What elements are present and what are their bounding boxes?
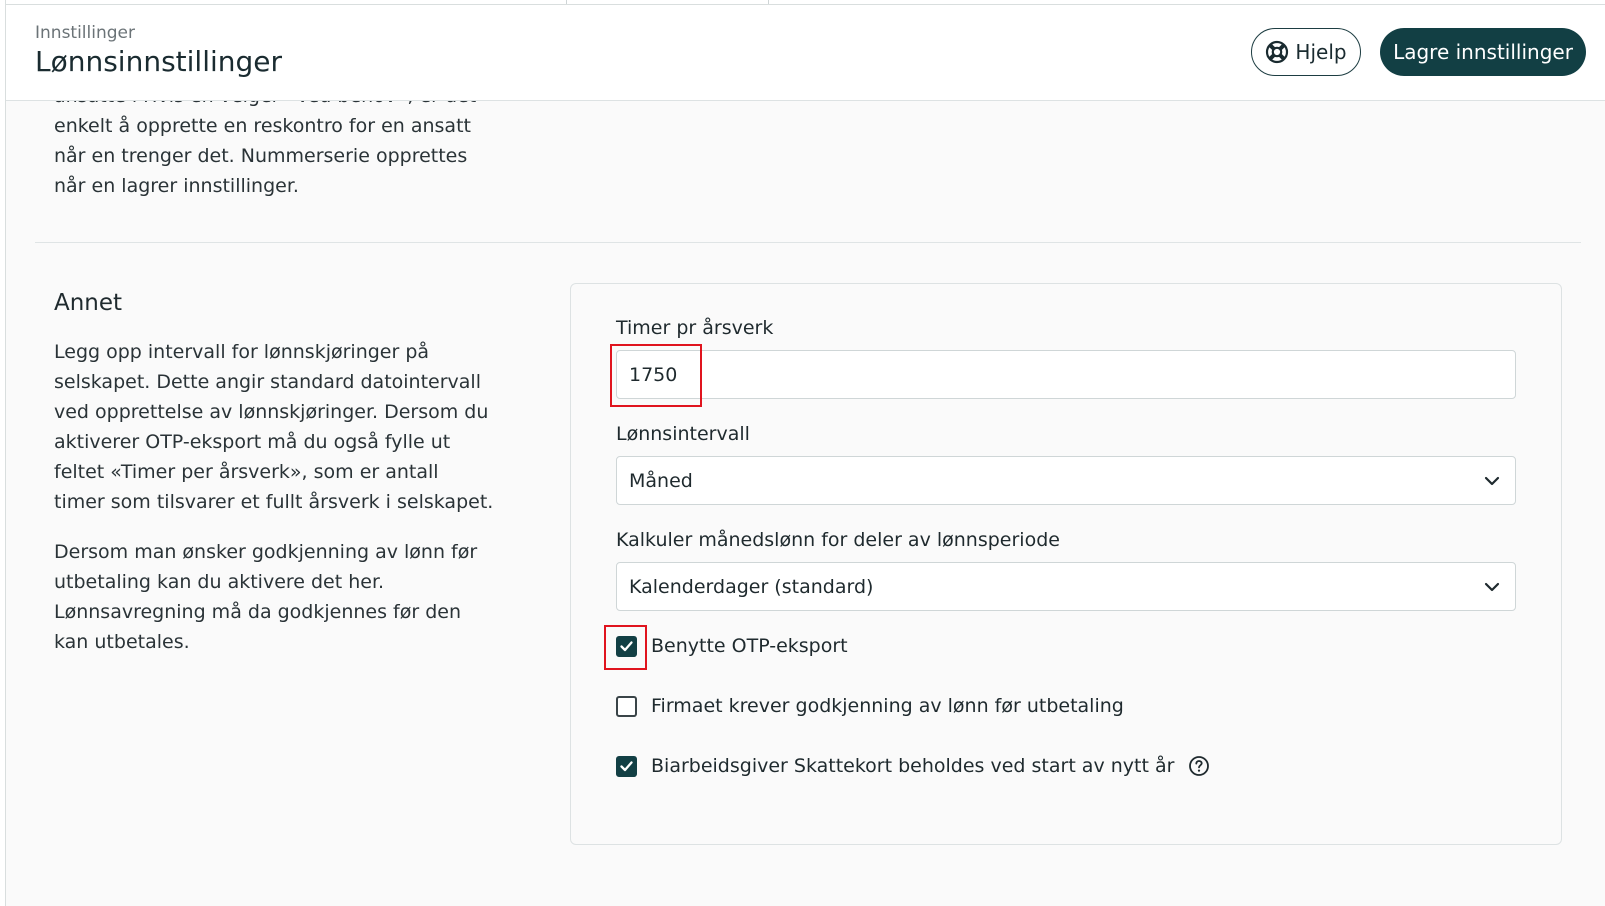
section-description: Legg opp intervall for lønnskjøringer på… (54, 341, 494, 513)
help-circle-icon[interactable] (1188, 755, 1210, 777)
section-title: Annet (54, 290, 123, 316)
pay-interval-label: Lønnsintervall (616, 423, 750, 445)
checkmark-icon (620, 760, 633, 771)
approval-required-label: Firmaet krever godkjenning av lønn før u… (651, 695, 1124, 717)
monthly-salary-calc-select[interactable]: Kalenderdager (standard) (616, 562, 1516, 611)
secondary-employer-taxcard-label: Biarbeidsgiver Skattekort beholdes ved s… (651, 755, 1175, 777)
otp-export-checkbox-row[interactable]: Benytte OTP-eksport (616, 635, 848, 657)
page-header: Innstillinger Lønnsinnstillinger Hjelp L… (6, 5, 1605, 101)
monthly-salary-calc-label: Kalkuler månedslønn for deler av lønnspe… (616, 529, 1060, 551)
chevron-down-icon (1484, 476, 1500, 486)
hours-per-year-input[interactable] (616, 350, 1516, 399)
pay-interval-select[interactable]: Måned (616, 456, 1516, 505)
chevron-down-icon (1484, 582, 1500, 592)
pay-interval-value: Måned (629, 469, 693, 492)
checkmark-icon (620, 640, 633, 651)
save-settings-button[interactable]: Lagre innstillinger (1380, 28, 1586, 76)
monthly-salary-calc-value: Kalenderdager (standard) (629, 575, 874, 598)
approval-description: Dersom man ønsker godkjenning av lønn fø… (54, 541, 478, 653)
left-rail (0, 0, 6, 906)
lifebuoy-icon (1266, 40, 1289, 64)
section-divider (35, 242, 1581, 243)
approval-required-checkbox-row[interactable]: Firmaet krever godkjenning av lønn før u… (616, 695, 1124, 717)
hours-per-year-label: Timer pr årsverk (616, 317, 774, 339)
otp-export-label: Benytte OTP-eksport (651, 635, 848, 657)
help-button-label: Hjelp (1295, 40, 1347, 64)
breadcrumb[interactable]: Innstillinger (35, 23, 135, 43)
help-button[interactable]: Hjelp (1251, 28, 1361, 76)
secondary-employer-taxcard-checkbox-row[interactable]: Biarbeidsgiver Skattekort beholdes ved s… (616, 755, 1210, 777)
secondary-employer-taxcard-checkbox[interactable] (616, 755, 637, 777)
approval-required-checkbox[interactable] (616, 695, 637, 717)
settings-card: Timer pr årsverk Lønnsintervall Måned Ka… (570, 283, 1562, 845)
otp-export-checkbox[interactable] (616, 635, 637, 657)
page-title: Lønnsinnstillinger (35, 45, 283, 78)
